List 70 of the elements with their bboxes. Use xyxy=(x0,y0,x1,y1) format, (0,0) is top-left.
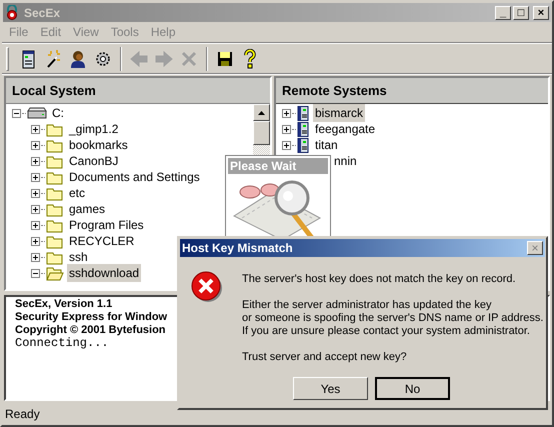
window-title: Please Wait xyxy=(230,158,296,175)
tree-item[interactable]: C: xyxy=(50,104,66,122)
folder-icon xyxy=(46,138,64,152)
close-button[interactable]: × xyxy=(533,6,549,20)
person-icon xyxy=(68,48,88,68)
expand-icon[interactable] xyxy=(31,236,40,246)
up-arrow-icon xyxy=(258,110,265,114)
tree-item[interactable]: bookmarks xyxy=(67,136,130,154)
remote-system-item[interactable]: bismarck xyxy=(313,104,366,122)
message-text: Either the server administrator has updated the key or someone is spoofing the server's DNS name or IP address. If you are unsure please contact your system administrator. xyxy=(242,299,544,338)
folder-icon xyxy=(46,234,64,248)
collapse-icon[interactable] xyxy=(31,268,40,278)
minimize-button[interactable]: _ xyxy=(495,6,511,20)
expand-icon[interactable] xyxy=(282,140,291,150)
server-icon xyxy=(297,122,309,136)
scroll-up-button[interactable] xyxy=(253,104,270,121)
panel-title: Remote Systems xyxy=(282,82,387,100)
toolbar-grip[interactable] xyxy=(6,46,9,70)
panel-title: Local System xyxy=(12,82,96,100)
tree-item[interactable]: Documents and Settings xyxy=(67,168,202,186)
expand-icon[interactable] xyxy=(31,188,40,198)
folder-icon xyxy=(46,154,64,168)
log-line: SecEx, Version 1.1 xyxy=(15,298,112,311)
expand-icon[interactable] xyxy=(282,124,291,134)
scroll-thumb[interactable] xyxy=(253,121,270,145)
padlock-icon xyxy=(5,5,19,20)
folder-icon xyxy=(46,122,64,136)
message-text: The server's host key does not match the key on record. xyxy=(242,273,517,286)
remote-system-item[interactable]: titan xyxy=(313,136,340,154)
status-text: Ready xyxy=(5,406,40,423)
folder-icon xyxy=(46,170,64,184)
window-title: SecEx xyxy=(24,4,60,22)
expand-icon[interactable] xyxy=(31,124,40,134)
tree-item[interactable]: _gimp1.2 xyxy=(67,120,120,138)
log-line: Security Express for Window xyxy=(15,311,168,324)
folder-icon xyxy=(46,218,64,232)
server-icon xyxy=(297,106,309,120)
expand-icon[interactable] xyxy=(282,108,291,118)
tree-item[interactable]: sshdownload xyxy=(67,264,142,282)
folder-icon xyxy=(46,186,64,200)
dialog-title: Host Key Mismatch xyxy=(182,240,293,257)
right-arrow-icon xyxy=(154,48,174,68)
expand-icon[interactable] xyxy=(31,252,40,262)
no-button[interactable]: No xyxy=(375,377,450,400)
expand-icon[interactable] xyxy=(31,140,40,150)
remote-system-item[interactable]: nnin xyxy=(332,152,359,170)
tree-item[interactable]: ssh xyxy=(67,248,90,266)
tree-item[interactable]: CanonBJ xyxy=(67,152,120,170)
log-line: Connecting... xyxy=(15,337,109,350)
expand-icon[interactable] xyxy=(31,156,40,166)
tree-item[interactable]: games xyxy=(67,200,108,218)
tree-item[interactable]: Program Files xyxy=(67,216,146,234)
expand-icon[interactable] xyxy=(31,204,40,214)
maximize-button[interactable]: □ xyxy=(513,6,529,20)
yes-button[interactable]: Yes xyxy=(293,377,368,400)
collapse-icon[interactable] xyxy=(12,108,21,118)
error-icon xyxy=(191,271,223,303)
tree-item[interactable]: etc xyxy=(67,184,88,202)
server-icon xyxy=(297,138,309,152)
folder-icon xyxy=(46,202,64,216)
tree-item[interactable]: RECYCLER xyxy=(67,232,136,250)
expand-icon[interactable] xyxy=(31,220,40,230)
message-text: Trust server and accept new key? xyxy=(242,351,408,364)
open-folder-icon xyxy=(46,266,64,280)
log-line: Copyright © 2001 Bytefusion xyxy=(15,324,166,337)
folder-icon xyxy=(46,250,64,264)
expand-icon[interactable] xyxy=(31,172,40,182)
left-arrow-icon xyxy=(129,48,149,68)
remote-system-item[interactable]: feegangate xyxy=(313,120,378,138)
drive-icon xyxy=(27,107,47,119)
